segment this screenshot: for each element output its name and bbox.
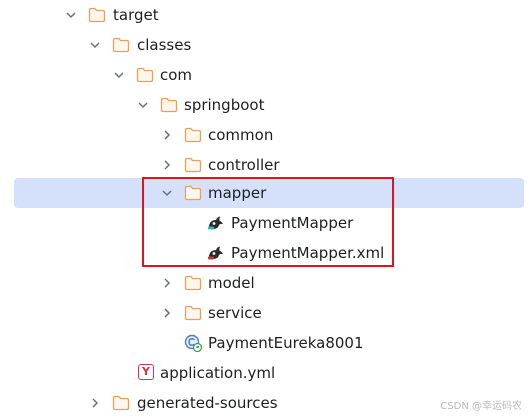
chevron-right-icon[interactable] bbox=[160, 306, 174, 320]
chevron-right-icon[interactable] bbox=[160, 128, 174, 142]
tree-item-label: service bbox=[208, 304, 262, 322]
tree-item-target[interactable]: target bbox=[0, 0, 528, 30]
tree-item-service[interactable]: service bbox=[0, 298, 528, 328]
tree-item-springboot[interactable]: springboot bbox=[0, 90, 528, 120]
tree-item-common[interactable]: common bbox=[0, 120, 528, 150]
folder-icon bbox=[184, 156, 202, 174]
chevron-down-icon[interactable] bbox=[64, 8, 78, 22]
tree-item-label: controller bbox=[208, 156, 280, 174]
chevron-down-icon[interactable] bbox=[112, 68, 126, 82]
tree-item-com[interactable]: com bbox=[0, 60, 528, 90]
tree-item-application-yml[interactable]: Y application.yml bbox=[0, 358, 528, 388]
tree-item-label: springboot bbox=[184, 96, 265, 114]
tree-item-label: model bbox=[208, 274, 255, 292]
chevron-right-icon[interactable] bbox=[160, 276, 174, 290]
tree-item-model[interactable]: model bbox=[0, 268, 528, 298]
tree-item-label: generated-sources bbox=[137, 394, 278, 412]
tree-item-label: application.yml bbox=[160, 364, 276, 382]
tree-item-label: target bbox=[113, 6, 159, 24]
tree-item-paymenteureka8001[interactable]: PaymentEureka8001 bbox=[0, 328, 528, 358]
chevron-down-icon[interactable] bbox=[136, 98, 150, 112]
folder-icon bbox=[112, 36, 130, 54]
folder-icon bbox=[112, 394, 130, 412]
yaml-file-icon: Y bbox=[138, 364, 154, 380]
annotation-highlight-box bbox=[142, 177, 394, 267]
tree-item-label: classes bbox=[137, 36, 192, 54]
folder-icon bbox=[184, 274, 202, 292]
tree-item-controller[interactable]: controller bbox=[0, 150, 528, 180]
folder-icon bbox=[184, 304, 202, 322]
folder-icon bbox=[88, 6, 106, 24]
tree-item-label: PaymentEureka8001 bbox=[208, 334, 364, 352]
tree-item-label: common bbox=[208, 126, 274, 144]
chevron-right-icon[interactable] bbox=[88, 396, 102, 410]
tree-item-classes[interactable]: classes bbox=[0, 30, 528, 60]
folder-icon bbox=[184, 126, 202, 144]
spring-class-icon bbox=[184, 334, 202, 352]
chevron-down-icon[interactable] bbox=[88, 38, 102, 52]
tree-item-label: com bbox=[160, 66, 193, 84]
folder-icon bbox=[136, 66, 154, 84]
watermark: CSDN @幸运码农 bbox=[440, 401, 522, 412]
folder-icon bbox=[160, 96, 178, 114]
chevron-right-icon[interactable] bbox=[160, 158, 174, 172]
